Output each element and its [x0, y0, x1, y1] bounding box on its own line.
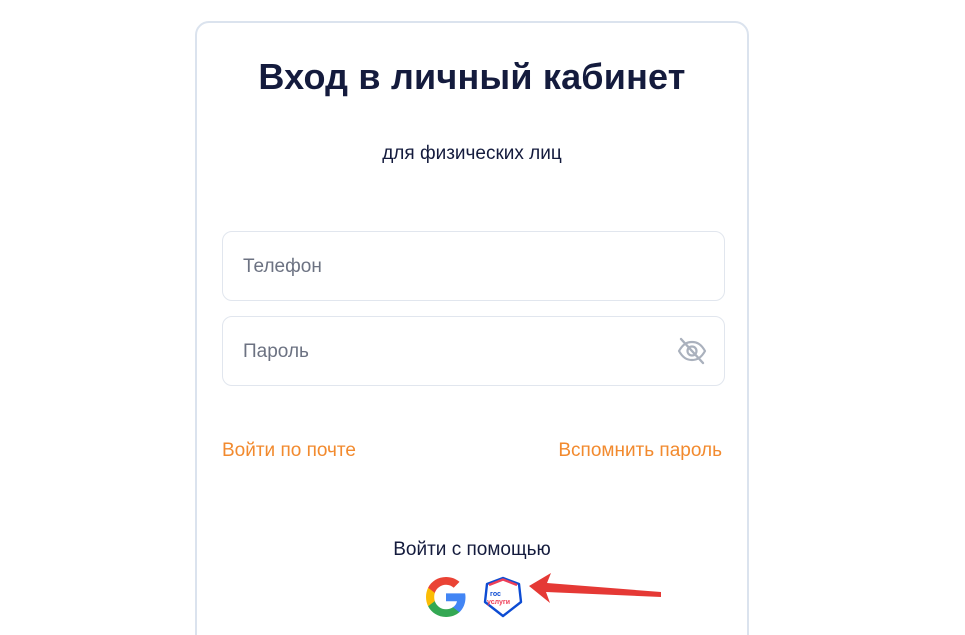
gosuslugi-icon: гос услуги: [483, 576, 523, 618]
page-title: Вход в личный кабинет: [258, 56, 686, 97]
login-page: Вход в личный кабинет для физических лиц…: [0, 0, 965, 635]
eye-off-icon[interactable]: [676, 335, 708, 367]
gosuslugi-logo-line1: гос: [490, 591, 501, 598]
red-arrow-annotation: [529, 573, 661, 603]
login-card: Вход в личный кабинет для физических лиц…: [195, 21, 749, 635]
phone-input[interactable]: [241, 232, 665, 302]
login-by-email-link[interactable]: Войти по почте: [222, 440, 356, 462]
password-input[interactable]: [241, 317, 665, 387]
phone-field[interactable]: [222, 231, 725, 302]
google-login-button[interactable]: [424, 576, 468, 618]
gosuslugi-logo-line2: услуги: [487, 599, 510, 606]
password-field[interactable]: [222, 316, 725, 387]
forgot-password-link[interactable]: Вспомнить пароль: [558, 440, 722, 462]
social-login-caption: Войти с помощью: [393, 539, 551, 560]
gosuslugi-login-button[interactable]: гос услуги: [481, 576, 525, 618]
page-subtitle: для физических лиц: [382, 143, 562, 164]
google-icon: [426, 577, 466, 617]
